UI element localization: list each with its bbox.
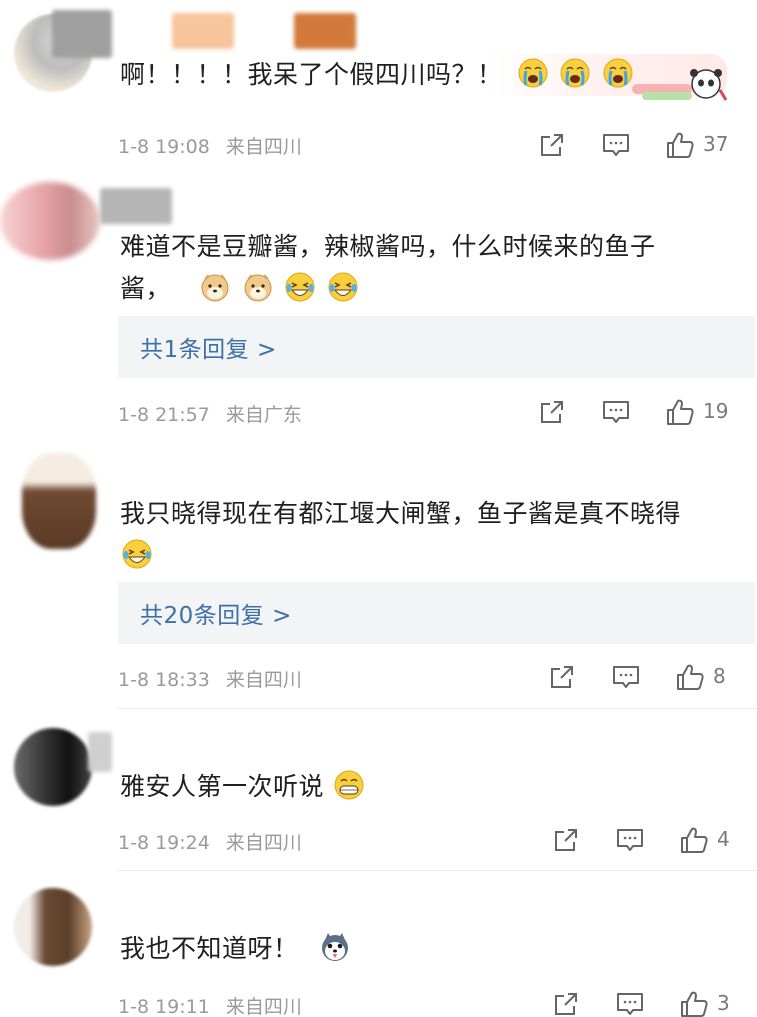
panda-sticker-icon bbox=[632, 69, 728, 101]
like-count: 4 bbox=[717, 827, 730, 851]
grinning-teeth-face-icon bbox=[333, 769, 365, 801]
comment-text-line-1: 我只晓得现在有都江堰大闸蟹，鱼子酱是真不晓得 bbox=[120, 499, 682, 528]
like-count: 8 bbox=[713, 664, 726, 688]
comment-meta: 1-8 19:24 来自四川 bbox=[118, 828, 312, 855]
comment-text: 我只晓得现在有都江堰大闸蟹，鱼子酱是真不晓得 bbox=[120, 493, 737, 577]
share-icon[interactable] bbox=[551, 989, 581, 1017]
comment-item: 难道不是豆瓣酱，辣椒酱吗，什么时候来的鱼子 酱， 共1条回复 > 1-8 21:… bbox=[0, 170, 757, 445]
crying-face-icon bbox=[559, 57, 591, 89]
comment-actions: 19 bbox=[517, 397, 757, 433]
thumbs-up-icon[interactable] bbox=[679, 989, 709, 1017]
comment-date: 1-8 21:57 bbox=[118, 404, 210, 426]
comment-location: 来自广东 bbox=[225, 404, 302, 426]
view-replies-link[interactable]: 共20条回复 > bbox=[140, 596, 292, 630]
thumbs-up-icon[interactable] bbox=[675, 662, 705, 692]
comment-actions: 8 bbox=[517, 662, 757, 698]
comment-item: 我也不知道呀！ 1-8 19:11 来自四川 3 bbox=[0, 872, 757, 1017]
comment-date: 1-8 19:11 bbox=[118, 996, 210, 1017]
comment-text-body: 我也不知道呀！ bbox=[120, 934, 299, 963]
comment-text: 雅安人第一次听说 bbox=[120, 766, 737, 808]
comment-meta: 1-8 21:57 来自广东 bbox=[118, 400, 312, 427]
comment-icon[interactable] bbox=[615, 825, 645, 855]
comment-item: 雅安人第一次听说 1-8 19:24 来自四川 4 bbox=[0, 712, 757, 872]
crying-face-icon bbox=[517, 57, 549, 89]
laughing-tears-face-icon bbox=[327, 271, 359, 303]
comment-date: 1-8 18:33 bbox=[118, 669, 210, 691]
laughing-tears-face-icon bbox=[121, 538, 153, 570]
like-count: 19 bbox=[703, 399, 729, 423]
share-icon[interactable] bbox=[547, 662, 577, 692]
doge-face-icon bbox=[242, 271, 274, 303]
comment-date: 1-8 19:08 bbox=[118, 136, 210, 158]
comment-text-line-2-body: 酱， bbox=[120, 274, 172, 303]
avatar[interactable] bbox=[14, 728, 92, 806]
comment-text: 我也不知道呀！ bbox=[120, 928, 737, 970]
thumbs-up-icon[interactable] bbox=[665, 397, 695, 427]
comment-icon[interactable] bbox=[611, 662, 641, 692]
share-icon[interactable] bbox=[551, 825, 581, 855]
comment-item: 啊！！！！我呆了个假四川吗？！ 1-8 19:08 来自四川 37 bbox=[0, 0, 757, 170]
thumbs-up-icon[interactable] bbox=[665, 130, 695, 160]
like-count: 37 bbox=[703, 132, 729, 156]
username-blurred[interactable] bbox=[100, 188, 172, 224]
reply-box[interactable]: 共20条回复 > bbox=[118, 582, 755, 644]
share-icon[interactable] bbox=[537, 130, 567, 160]
comment-meta: 1-8 18:33 来自四川 bbox=[118, 665, 312, 692]
comment-meta: 1-8 19:11 来自四川 bbox=[118, 992, 312, 1017]
comment-location: 来自四川 bbox=[225, 669, 302, 691]
view-replies-link[interactable]: 共1条回复 > bbox=[140, 330, 277, 364]
divider bbox=[118, 708, 757, 709]
comment-location: 来自四川 bbox=[225, 136, 302, 158]
crying-face-icon bbox=[602, 57, 634, 89]
comment-text-line-2: 酱， bbox=[120, 268, 737, 310]
avatar[interactable] bbox=[14, 888, 92, 966]
like-count: 3 bbox=[717, 991, 730, 1015]
avatar[interactable] bbox=[0, 182, 100, 260]
username-blurred[interactable] bbox=[52, 10, 112, 58]
comment-actions: 3 bbox=[517, 989, 757, 1017]
username-blurred[interactable] bbox=[88, 732, 112, 772]
username-blurred-2 bbox=[172, 13, 234, 49]
comment-text-body: 雅安人第一次听说 bbox=[120, 772, 325, 801]
comment-location: 来自四川 bbox=[225, 996, 302, 1017]
share-icon[interactable] bbox=[537, 397, 567, 427]
comment-icon[interactable] bbox=[601, 130, 631, 160]
comment-location: 来自四川 bbox=[225, 832, 302, 854]
husky-dog-face-icon bbox=[319, 931, 351, 963]
laughing-tears-face-icon bbox=[284, 271, 316, 303]
avatar[interactable] bbox=[22, 453, 96, 549]
comment-text-line-1: 难道不是豆瓣酱，辣椒酱吗，什么时候来的鱼子 bbox=[120, 232, 656, 261]
comment-meta: 1-8 19:08 来自四川 bbox=[118, 132, 312, 159]
divider bbox=[118, 870, 757, 871]
comment-actions: 37 bbox=[517, 130, 757, 166]
comment-date: 1-8 19:24 bbox=[118, 832, 210, 854]
comment-text-body: 啊！！！！我呆了个假四川吗？！ bbox=[120, 60, 503, 89]
comment-icon[interactable] bbox=[601, 397, 631, 427]
comment-icon[interactable] bbox=[615, 989, 645, 1017]
comment-text: 难道不是豆瓣酱，辣椒酱吗，什么时候来的鱼子 酱， bbox=[120, 226, 737, 310]
comment-text-line-2 bbox=[120, 535, 737, 577]
doge-face-icon bbox=[199, 271, 231, 303]
comment-actions: 4 bbox=[517, 825, 757, 861]
comment-item: 我只晓得现在有都江堰大闸蟹，鱼子酱是真不晓得 共20条回复 > 1-8 18:3… bbox=[0, 445, 757, 710]
reply-box[interactable]: 共1条回复 > bbox=[118, 316, 755, 378]
user-badge-blurred bbox=[294, 13, 356, 49]
thumbs-up-icon[interactable] bbox=[679, 825, 709, 855]
